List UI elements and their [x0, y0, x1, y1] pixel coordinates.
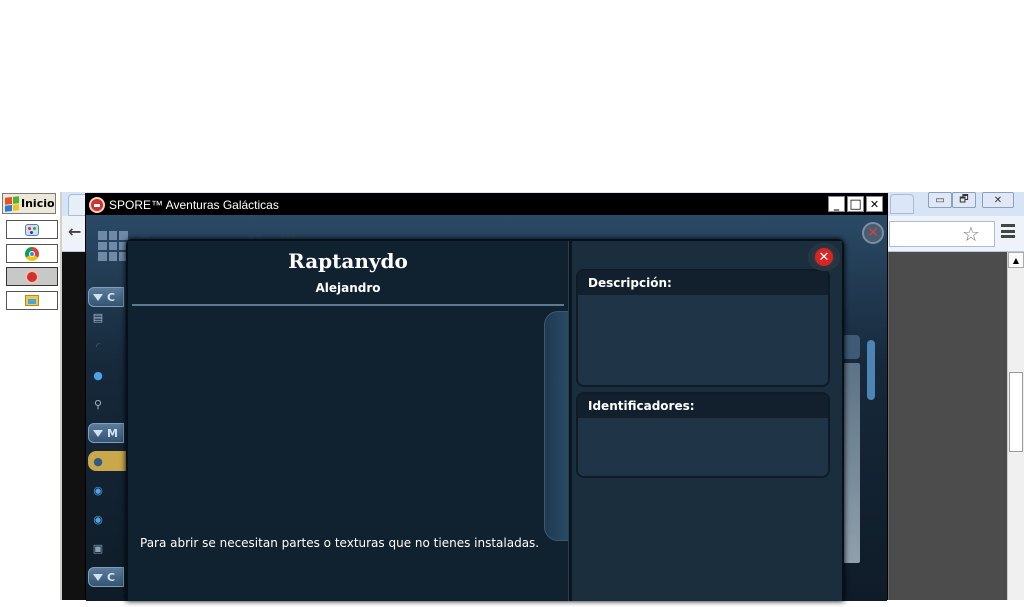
scroll-thumb[interactable] [1009, 372, 1023, 452]
panel-scroll-thumb[interactable] [867, 340, 875, 400]
loading-icon: ◜ [95, 339, 101, 353]
tags-label: Identificadores: [578, 394, 828, 418]
spore-icon [25, 269, 39, 284]
creation-detail-dialog: Raptanydo Alejandro Para abrir se necesi… [126, 239, 844, 601]
paint-icon [25, 223, 39, 236]
sporepedia-close-icon[interactable]: ✕ [862, 222, 884, 244]
spiral-icon: ◉ [93, 483, 103, 497]
creation-author[interactable]: Alejandro [128, 281, 568, 295]
description-box: Descripción: [576, 269, 830, 387]
sidebar-item[interactable]: ▤ [92, 307, 126, 327]
spore-app-icon [89, 196, 105, 213]
list-icon: ▤ [92, 310, 104, 324]
taskbar-item-explorer[interactable] [6, 291, 58, 310]
thumbnail-preview [842, 363, 860, 563]
browser-minimize-button[interactable]: ▭ [928, 192, 952, 208]
divider [132, 304, 564, 306]
sidebar-header[interactable]: C [88, 287, 124, 307]
spore-window: SPORE™ Aventuras Galácticas _ □ ✕ Sporep… [85, 193, 888, 601]
scroll-up-arrow-icon[interactable]: ▲ [1008, 252, 1024, 268]
sidebar-header[interactable]: C [88, 567, 124, 587]
collapse-arrow-icon [93, 429, 103, 437]
panel-tab [842, 335, 860, 359]
close-icon: ✕ [815, 248, 833, 266]
menu-icon[interactable] [1001, 224, 1015, 238]
user-icon: ● [93, 454, 103, 468]
sidebar-item-selected[interactable]: ● [88, 451, 126, 471]
maximize-button[interactable]: □ [847, 196, 864, 212]
chrome-icon [25, 246, 39, 261]
sporepedia-logo-icon [98, 231, 128, 261]
close-button[interactable]: ✕ [866, 196, 883, 212]
spiral-icon: ◉ [93, 512, 103, 526]
sidebar-item[interactable]: ◜ [92, 336, 126, 356]
browser-restore-button[interactable]: 🗗 [952, 192, 976, 208]
sidebar-item[interactable]: ◉ [92, 480, 126, 500]
sidebar-item[interactable]: ▣ [92, 538, 126, 558]
window-title: SPORE™ Aventuras Galácticas [109, 197, 279, 212]
taskbar: Inicio [0, 192, 62, 600]
preview-side-tab[interactable] [544, 311, 570, 541]
creation-name: Raptanydo [288, 249, 408, 273]
bookmark-star-icon[interactable]: ☆ [962, 222, 980, 246]
collapse-arrow-icon [93, 573, 103, 581]
missing-parts-message: Para abrir se necesitan partes o textura… [140, 536, 540, 550]
creation-info-panel: Descripción: Identificadores: [572, 241, 842, 601]
taskbar-item-spore[interactable] [6, 267, 58, 286]
dialog-close-button[interactable]: ✕ [808, 243, 840, 271]
windows-flag-icon [5, 195, 19, 212]
sidebar-header[interactable]: M [88, 423, 124, 443]
start-button[interactable]: Inicio [2, 193, 56, 214]
minimize-button[interactable]: _ [828, 196, 845, 212]
collapse-arrow-icon [93, 293, 103, 301]
user-icon: ● [93, 368, 103, 382]
sidebar-item[interactable]: ● [92, 365, 126, 385]
description-label: Descripción: [578, 271, 828, 295]
sporepedia-sidebar: C ▤ ◜ ● ⚲ M ● ◉ ◉ ▣ C [86, 287, 126, 607]
spore-titlebar: SPORE™ Aventuras Galácticas _ □ ✕ [86, 194, 887, 215]
sidebar-item[interactable]: ⚲ [92, 394, 126, 414]
search-icon: ⚲ [93, 397, 103, 411]
explorer-icon [25, 295, 39, 306]
creation-preview-panel: Raptanydo Alejandro Para abrir se necesi… [128, 241, 570, 601]
taskbar-item-chrome[interactable] [6, 244, 58, 263]
browser-close-button[interactable]: ✕ [982, 192, 1014, 208]
taskbar-item-paint[interactable] [6, 220, 58, 239]
sidebar-item[interactable]: ◉ [92, 509, 126, 529]
page-content-left [62, 252, 86, 600]
new-tab-button[interactable] [890, 194, 914, 214]
page-content-right [889, 252, 1007, 600]
sporepedia-right-panel [842, 335, 878, 585]
tags-box: Identificadores: [576, 392, 830, 478]
lock-icon: ▣ [92, 541, 104, 555]
page-scrollbar[interactable]: ▲ [1007, 252, 1024, 600]
start-label: Inicio [21, 197, 55, 210]
back-arrow-icon[interactable]: ← [68, 222, 81, 241]
